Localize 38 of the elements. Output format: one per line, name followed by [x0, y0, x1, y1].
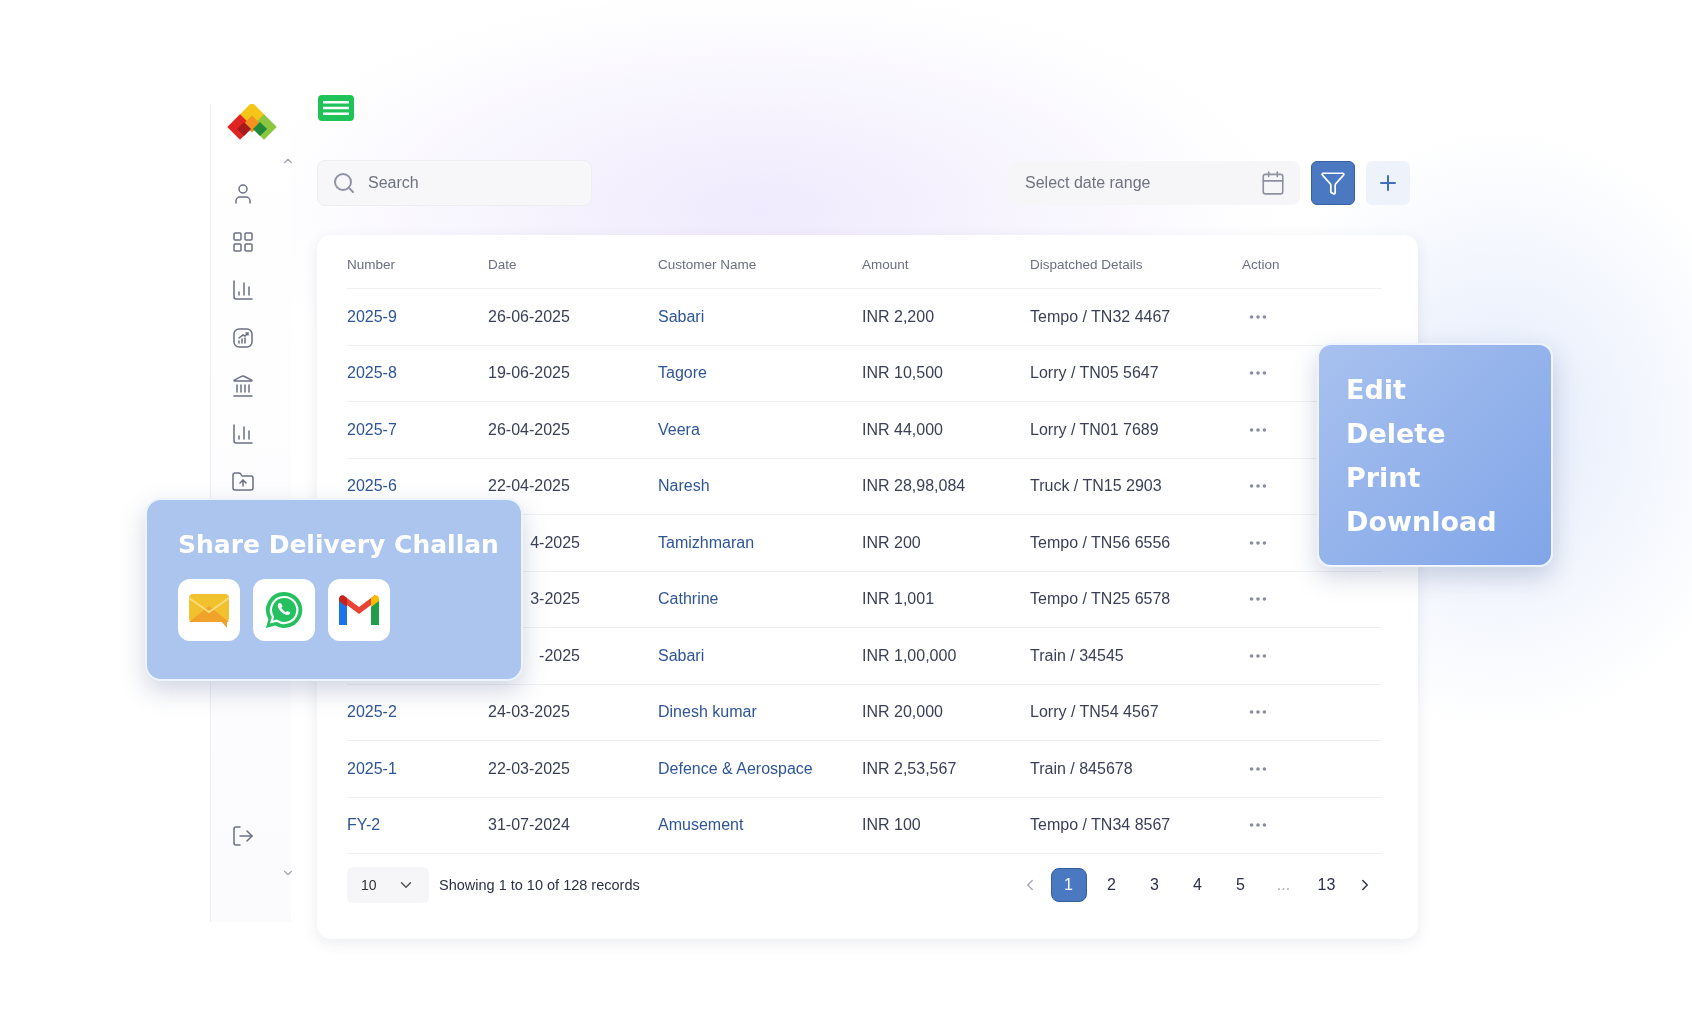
table-cell: INR 28,98,084 [862, 477, 966, 495]
table-cell: 22-04-2025 [488, 477, 570, 496]
column-header: Customer Name [658, 256, 758, 272]
column-header: Action [1242, 256, 1281, 272]
column-header: Amount [862, 256, 910, 272]
table-cell: INR 100 [862, 816, 921, 834]
table-cell: 19-06-2025 [488, 364, 570, 383]
table-cell: Lorry / TN54 4567 [1030, 703, 1159, 721]
table-cell: INR 1,00,000 [862, 646, 957, 664]
table-cell: Truck / TN15 2903 [1030, 477, 1162, 495]
table-cell: 31-07-2024 [488, 816, 570, 835]
table-cell: INR 10,500 [862, 364, 943, 382]
table-cell: Tempo / TN34 8567 [1030, 816, 1171, 834]
column-header: Dispatched Details [1030, 256, 1144, 272]
table-cell: 22-03-2025 [488, 759, 570, 778]
table-cell: INR 200 [862, 533, 921, 551]
table-cell: 24-03-2025 [488, 703, 570, 722]
popup-title: Share Delivery Challan [178, 530, 500, 559]
table-cell: INR 2,200 [862, 307, 935, 325]
column-header: Number [347, 256, 396, 272]
table-cell: Lorry / TN01 7689 [1030, 420, 1159, 438]
table-cell: INR 44,000 [862, 420, 943, 438]
table-cell: 26-04-2025 [488, 420, 570, 439]
table-cell-text: -2025 [538, 646, 580, 665]
column-header: Date [488, 256, 518, 272]
table-cell: 26-06-2025 [488, 307, 570, 326]
table-cell: Lorry / TN05 5647 [1030, 364, 1159, 382]
table-cell-text: 3-2025 [529, 590, 580, 609]
table-cell: Train / 34545 [1030, 646, 1124, 664]
table-cell: Tempo / TN25 6578 [1030, 590, 1171, 608]
table-cell: INR 2,53,567 [862, 759, 957, 777]
table-cell: INR 1,001 [862, 590, 935, 608]
table-cell: Train / 845678 [1030, 759, 1133, 777]
records-summary: Showing 1 to 10 of 128 records [439, 877, 640, 893]
page-ellipsis: ... [1275, 875, 1292, 895]
table-cell: Tempo / TN56 6556 [1030, 533, 1171, 551]
table-cell: Tempo / TN32 4467 [1030, 307, 1171, 325]
table-cell: INR 20,000 [862, 703, 943, 721]
